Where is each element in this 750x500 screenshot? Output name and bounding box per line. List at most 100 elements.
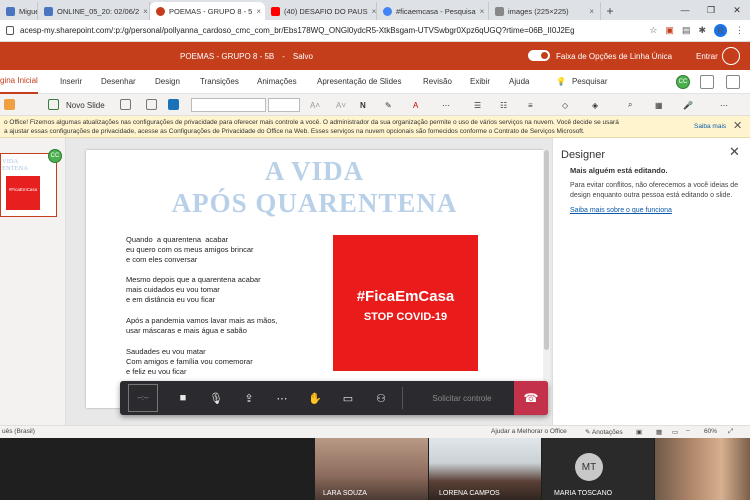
- language-status[interactable]: uês (Brasil): [2, 428, 35, 435]
- minimize-icon[interactable]: —: [672, 0, 698, 20]
- ficaemcasa-image[interactable]: #FicaEmCasa STOP COVID-19: [333, 235, 478, 371]
- zoom-out-icon[interactable]: −: [686, 428, 690, 435]
- close-icon[interactable]: ✕: [733, 119, 742, 132]
- dictate-icon[interactable]: 🎤: [683, 94, 693, 116]
- poem-stanza[interactable]: Após a pandemia vamos lavar mais as mãos…: [126, 316, 277, 336]
- restore-icon[interactable]: ❐: [698, 0, 724, 20]
- normal-view-icon[interactable]: ▣: [636, 428, 642, 436]
- tab-draw[interactable]: Desenhar: [101, 70, 136, 94]
- extension-icon[interactable]: ▤: [682, 25, 691, 36]
- participant-tile[interactable]: MT MARIA TOSCANO: [542, 438, 654, 500]
- tab-transitions[interactable]: Transições: [200, 70, 239, 94]
- close-icon[interactable]: ✕: [729, 144, 740, 160]
- single-line-ribbon-toggle[interactable]: [528, 50, 550, 61]
- paste-icon[interactable]: [4, 99, 15, 110]
- tab-design[interactable]: Design: [155, 70, 180, 94]
- reading-view-icon[interactable]: ▭: [672, 428, 678, 436]
- sorter-view-icon[interactable]: ▦: [656, 428, 662, 436]
- participant-video-tile[interactable]: LARA SOUZA: [315, 438, 428, 500]
- highlight-icon[interactable]: ✎: [385, 94, 392, 116]
- close-tab-icon[interactable]: ×: [589, 7, 594, 16]
- notes-toggle[interactable]: ✎ Anotações: [585, 428, 623, 436]
- overflow-icon[interactable]: ⋯: [720, 94, 728, 116]
- close-tab-icon[interactable]: ×: [372, 7, 376, 16]
- microphone-icon[interactable]: 🎙: [208, 390, 224, 406]
- browser-tab[interactable]: ONLINE_05_20: 02/06/2 ×: [38, 2, 150, 20]
- menu-icon[interactable]: ⋮: [735, 25, 744, 36]
- new-slide-icon[interactable]: [48, 99, 59, 110]
- designer-learn-more-link[interactable]: Saiba mais sobre o que funciona: [570, 207, 672, 214]
- url-field[interactable]: acesp-my.sharepoint.com/:p:/g/personal/p…: [20, 26, 643, 35]
- font-color-icon[interactable]: A: [413, 94, 418, 116]
- scrollbar-thumb[interactable]: [544, 150, 549, 350]
- browser-tab[interactable]: #ficaemcasa - Pesquisa ×: [377, 2, 489, 20]
- browser-tab[interactable]: Miguel ×: [0, 2, 38, 20]
- help-improve-link[interactable]: Ajudar a Melhorar o Office: [491, 428, 567, 435]
- browser-tab[interactable]: images (225×225) ×: [489, 2, 601, 20]
- tab-insert[interactable]: Inserir: [60, 70, 82, 94]
- camera-icon[interactable]: ■: [175, 390, 191, 406]
- fit-slide-icon[interactable]: ⤢: [728, 428, 733, 436]
- share-screen-icon[interactable]: ⇪: [241, 390, 257, 406]
- puzzle-icon[interactable]: ✱: [698, 25, 706, 36]
- tab-slideshow[interactable]: Apresentação de Slides: [317, 70, 402, 94]
- new-tab-button[interactable]: +: [601, 2, 619, 20]
- participant-video-tile[interactable]: LORENA CAMPOS: [429, 438, 541, 500]
- extension-icon[interactable]: ▣: [665, 25, 674, 36]
- poem-stanza[interactable]: Mesmo depois que a quarentena acabar mai…: [126, 275, 261, 305]
- new-slide-button[interactable]: Novo Slide: [66, 94, 105, 116]
- tab-view[interactable]: Exibir: [470, 70, 490, 94]
- bullets-icon[interactable]: ☰: [474, 94, 481, 116]
- fill-icon[interactable]: ◈: [592, 94, 598, 116]
- close-tab-icon[interactable]: ×: [143, 7, 148, 16]
- poem-stanza[interactable]: Quando a quarentena acabar eu quero com …: [126, 235, 254, 265]
- browser-tab[interactable]: (40) DESAFIO DO PAUS ×: [265, 2, 377, 20]
- close-window-icon[interactable]: ✕: [724, 0, 750, 20]
- tab-home[interactable]: gina Inicial: [0, 70, 38, 94]
- learn-more-link[interactable]: Saiba mais: [694, 123, 726, 130]
- poem-stanza[interactable]: Saudades eu vou matar Com amigos e famíl…: [126, 347, 253, 377]
- document-title[interactable]: POEMAS - GRUPO 8 - 5B - Salvo: [180, 42, 313, 70]
- tab-help[interactable]: Ajuda: [509, 70, 529, 94]
- tab-review[interactable]: Revisão: [423, 70, 452, 94]
- designer-icon[interactable]: ▦: [655, 94, 663, 116]
- browser-tab-active[interactable]: POEMAS - GRUPO 8 - 5 ×: [150, 2, 265, 20]
- close-tab-icon[interactable]: ×: [480, 7, 485, 16]
- shrink-font-icon[interactable]: A˅: [336, 94, 346, 116]
- profile-avatar[interactable]: R: [714, 24, 727, 37]
- grow-font-icon[interactable]: A˄: [310, 94, 320, 116]
- slide-title-line2[interactable]: APÓS QUARENTENA: [86, 188, 543, 219]
- more-actions-icon[interactable]: ⋯: [274, 390, 290, 406]
- participant-video-tile[interactable]: [655, 438, 750, 500]
- request-control-button[interactable]: Solicitar controle: [410, 381, 514, 415]
- font-family-select[interactable]: [191, 98, 266, 112]
- coauthor-avatar[interactable]: CC: [676, 75, 690, 89]
- raise-hand-icon[interactable]: ✋: [307, 390, 323, 406]
- align-icon[interactable]: ≡: [528, 94, 533, 116]
- layout-icon[interactable]: [120, 99, 131, 110]
- chat-icon[interactable]: ▭: [340, 390, 356, 406]
- picture-icon[interactable]: [168, 99, 179, 110]
- vertical-scrollbar[interactable]: [543, 150, 550, 410]
- participants-icon[interactable]: ⚇: [373, 390, 389, 406]
- numbering-icon[interactable]: ☷: [500, 94, 507, 116]
- slide-title-line1[interactable]: A VIDA: [86, 156, 543, 187]
- share-icon[interactable]: [726, 75, 740, 89]
- more-options-icon[interactable]: ⋯: [442, 94, 450, 116]
- comments-icon[interactable]: [700, 75, 714, 89]
- star-icon[interactable]: ☆: [649, 25, 657, 36]
- reset-icon[interactable]: [146, 99, 157, 110]
- hang-up-icon[interactable]: ☎: [514, 381, 548, 415]
- shapes-icon[interactable]: ◇: [562, 94, 568, 116]
- font-size-select[interactable]: [268, 98, 300, 112]
- user-icon[interactable]: [722, 47, 740, 65]
- search-box[interactable]: 💡 Pesquisar: [556, 70, 608, 94]
- sign-in-link[interactable]: Entrar: [696, 42, 718, 70]
- tab-animations[interactable]: Animações: [257, 70, 297, 94]
- zoom-level[interactable]: 60%: [704, 428, 717, 435]
- close-tab-icon[interactable]: ×: [256, 7, 261, 16]
- bold-icon[interactable]: N: [360, 94, 366, 116]
- slide[interactable]: A VIDA APÓS QUARENTENA Quando a quarente…: [86, 150, 543, 408]
- slide-thumbnail[interactable]: VIDA ENTENA #FicaEmCasa: [0, 153, 57, 217]
- find-icon[interactable]: ⌕: [628, 94, 632, 116]
